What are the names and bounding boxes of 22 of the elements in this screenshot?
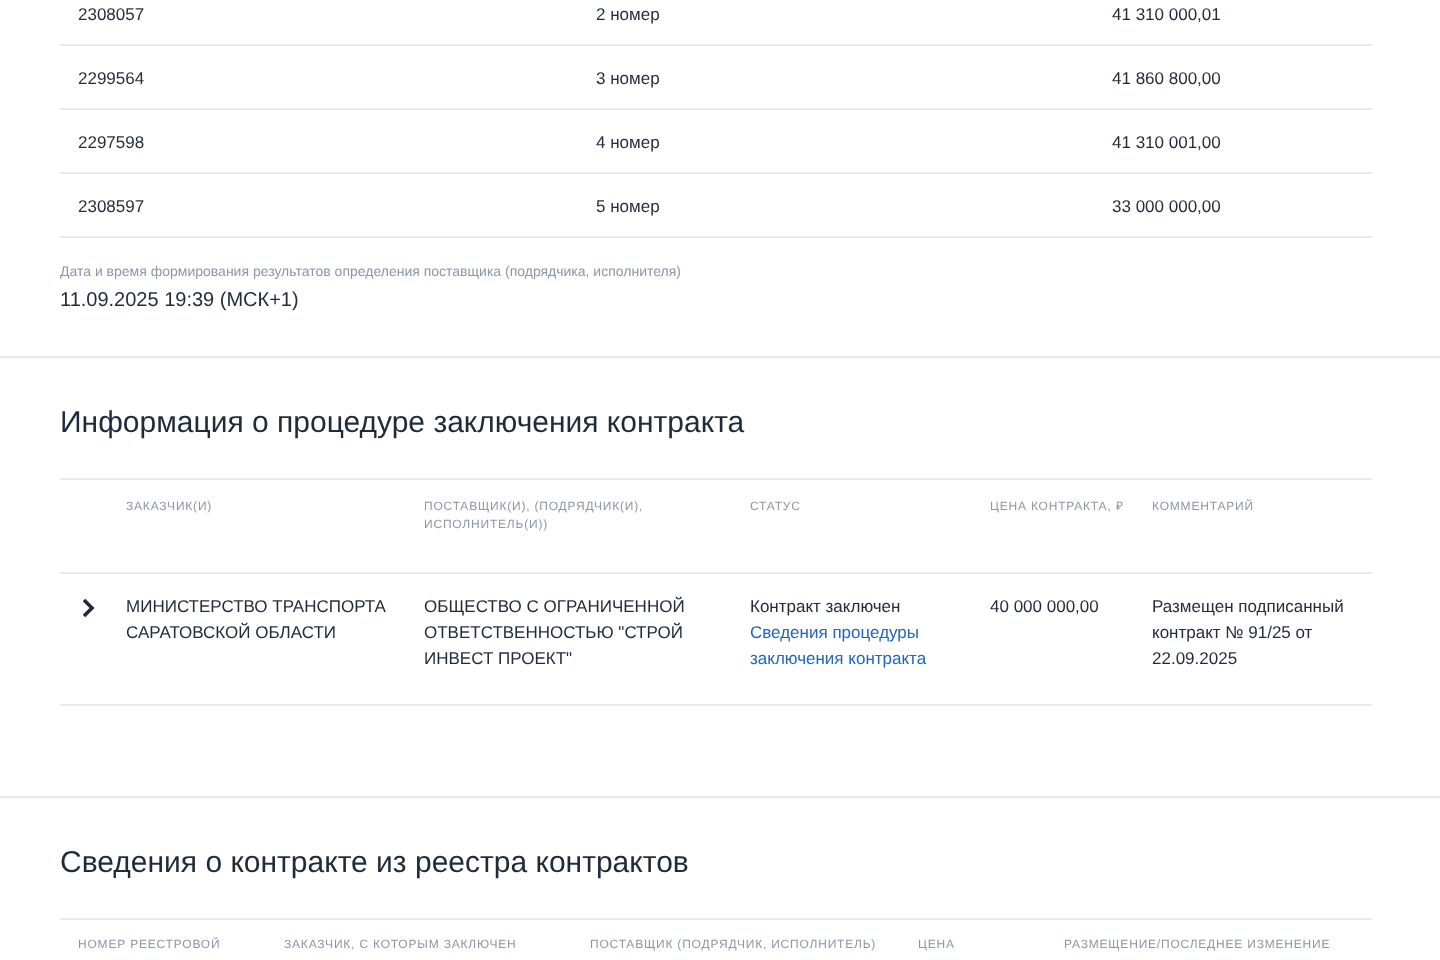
comment-cell-text: Размещен подписанный контракт № 91/25 от 22.09.2025 bbox=[1152, 594, 1346, 671]
price-cell-text: 40 000 000,00 bbox=[990, 594, 1101, 620]
bid-place: 2 номер bbox=[596, 3, 662, 23]
section-title: Сведения о контракте из реестра контрактов bbox=[60, 844, 691, 884]
bid-place: 3 номер bbox=[596, 67, 662, 87]
bid-number: 2299564 bbox=[76, 67, 147, 87]
bid-place: 5 номер bbox=[596, 195, 662, 215]
bid-price: 33 000 000,00 bbox=[1112, 195, 1223, 215]
status-link[interactable]: Сведения процедуры заключения контракта bbox=[750, 619, 978, 671]
bid-price: 41 860 800,00 bbox=[1112, 67, 1223, 87]
status-text: Контракт заключен bbox=[750, 594, 903, 620]
bid-place: 4 номер bbox=[596, 131, 662, 151]
section-title: Информация о процедуре заключения контракта bbox=[60, 404, 747, 444]
bid-number: 2297598 bbox=[76, 131, 147, 151]
bid-price: 41 310 000,01 bbox=[1112, 3, 1223, 23]
customer-cell-text: МИНИСТЕРСТВО ТРАНСПОРТА САРАТОВСКОЙ ОБЛАСТИ bbox=[126, 594, 388, 646]
supplier-cell-text: ОБЩЕСТВО С ОГРАНИЧЕННОЙ ОТВЕТСТВЕННОСТЬЮ "СТРОЙ ИНВЕСТ ПРОЕКТ" bbox=[424, 594, 687, 671]
result-date-value: 11.09.2025 19:39 (МСК+1) bbox=[60, 290, 301, 312]
chevron-icon[interactable] bbox=[80, 598, 96, 618]
bid-number: 2308057 bbox=[76, 3, 147, 23]
bid-price: 41 310 001,00 bbox=[1112, 131, 1223, 151]
bid-number: 2308597 bbox=[76, 195, 147, 215]
